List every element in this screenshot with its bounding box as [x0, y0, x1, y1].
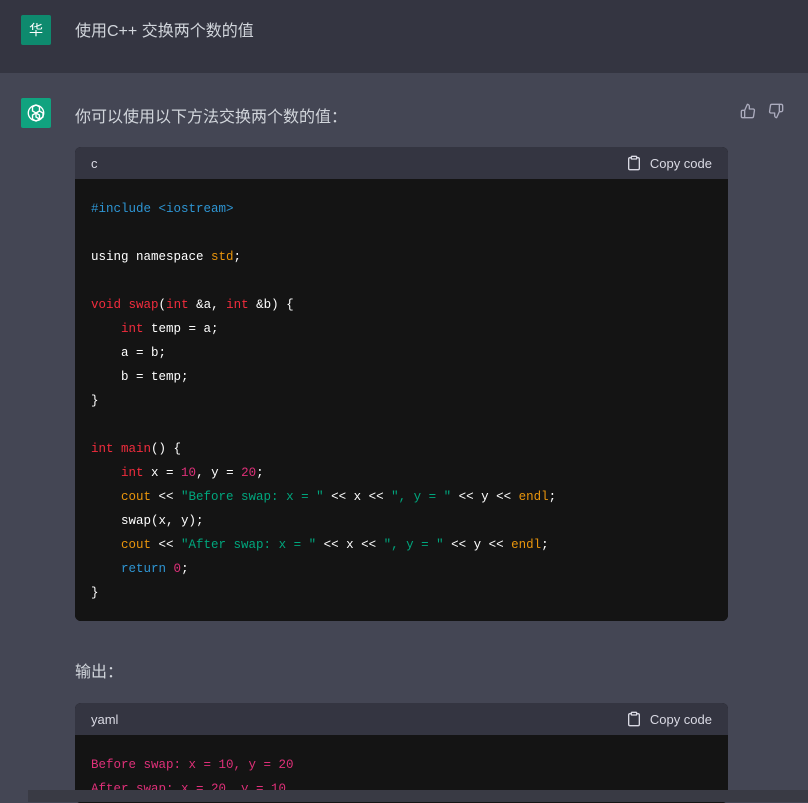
- code-line: using namespace std;: [91, 250, 242, 264]
- code-line: Before swap: x = 10, y = 20: [91, 758, 294, 772]
- copy-code-button[interactable]: Copy code: [626, 155, 712, 171]
- code-line: int temp = a;: [121, 322, 219, 336]
- code-block-yaml: yaml Copy code Before swap: x = 10, y = …: [75, 703, 728, 803]
- user-prompt: 使用C++ 交换两个数的值: [75, 23, 254, 40]
- thumbs-up-icon[interactable]: [740, 103, 756, 119]
- code-line: a = b;: [91, 346, 167, 360]
- code-line: ​: [91, 413, 712, 437]
- copy-code-label: Copy code: [649, 155, 712, 171]
- user-avatar: 华: [21, 15, 51, 45]
- copy-code-label: Copy code: [649, 711, 712, 727]
- code-language-label: yaml: [91, 711, 119, 727]
- code-block-c: c Copy code #include <iostream> ​ using na…: [75, 147, 728, 621]
- output-label: 输出：: [75, 664, 124, 681]
- code-language-label: c: [91, 155, 98, 171]
- clipboard-icon: [627, 155, 640, 171]
- clipboard-icon: [627, 711, 640, 727]
- copy-code-button[interactable]: Copy code: [626, 711, 712, 727]
- code-line: void swap(int &a, int &b) {: [91, 298, 294, 312]
- code-line: #include <iostream>: [91, 202, 234, 216]
- code-line: return 0;: [121, 562, 189, 576]
- code-block-header: c Copy code: [75, 147, 728, 179]
- bottom-divider: [28, 790, 808, 802]
- code-line: }: [91, 586, 99, 600]
- code-line: int x = 10, y = 20;: [121, 466, 264, 480]
- code-line: cout << "After swap: x = " << x << ", y …: [121, 538, 549, 552]
- assistant-intro-text: 你可以使用以下方法交换两个数的值：: [75, 109, 348, 126]
- feedback-buttons: [740, 103, 784, 119]
- code-line: ​: [91, 269, 712, 293]
- code-content: #include <iostream> ​ using namespace std;…: [75, 179, 728, 621]
- code-line: swap(x, y);: [91, 514, 204, 528]
- thumbs-down-icon[interactable]: [768, 103, 784, 119]
- code-line: cout << "Before swap: x = " << x << ", y…: [121, 490, 557, 504]
- code-line: ​: [91, 221, 712, 245]
- code-line: }: [91, 394, 99, 408]
- code-line: b = temp;: [91, 370, 189, 384]
- user-message-row: 华 使用C++ 交换两个数的值: [0, 0, 808, 73]
- assistant-avatar: [21, 98, 51, 128]
- code-block-header: yaml Copy code: [75, 703, 728, 735]
- openai-logo-icon: [27, 104, 45, 122]
- assistant-message-row: 你可以使用以下方法交换两个数的值： c Copy code #include <…: [0, 73, 808, 803]
- code-line: int main() {: [91, 442, 182, 456]
